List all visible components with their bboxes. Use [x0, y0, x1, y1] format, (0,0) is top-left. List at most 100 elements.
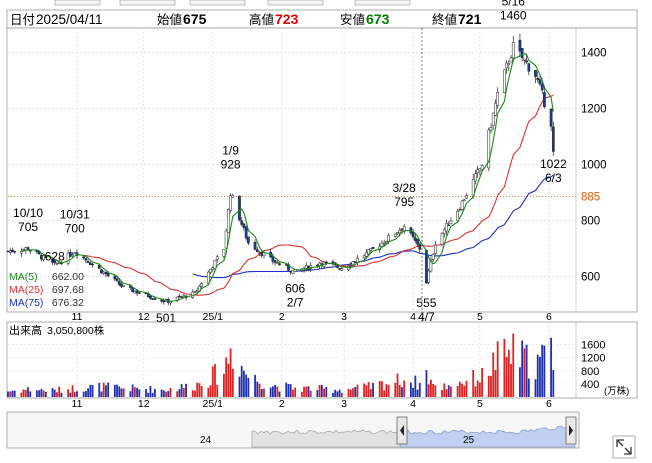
- candle-body: [253, 241, 257, 250]
- navigator-right-handle[interactable]: [565, 416, 577, 445]
- volume-bar: [260, 389, 263, 397]
- volume-bar: [287, 384, 290, 397]
- candle-body: [229, 195, 232, 211]
- candle-body: [86, 261, 90, 264]
- volume-value: 3,050,800株: [47, 324, 105, 337]
- candle-body: [543, 92, 546, 108]
- volume-bar: [289, 384, 292, 397]
- volume-bar: [69, 392, 72, 397]
- candle-body: [182, 295, 186, 298]
- candle-body: [137, 292, 141, 294]
- candle-body: [82, 256, 86, 259]
- volume-bar: [254, 374, 256, 397]
- volume-bar: [200, 386, 203, 397]
- candle-body: [418, 243, 422, 250]
- candle-body: [509, 57, 513, 63]
- candle-body: [447, 224, 451, 226]
- volume-bar: [523, 348, 526, 397]
- date-axis-volume: 11 12 25/1 2 3 4 5 6: [72, 398, 552, 410]
- annotation-value: 1460: [500, 9, 527, 23]
- volume-bar: [385, 384, 388, 397]
- candle-body: [478, 168, 482, 172]
- navigator-left-handle[interactable]: [396, 416, 408, 445]
- candle-body: [120, 283, 123, 287]
- candle-body: [536, 77, 540, 81]
- candle-body: [369, 248, 373, 251]
- volume-bar: [129, 391, 132, 397]
- volume-bar: [11, 390, 14, 397]
- volume-bar: [383, 390, 386, 397]
- volume-bar: [256, 381, 259, 397]
- candle-body: [133, 290, 137, 294]
- candle-body: [284, 264, 288, 266]
- volume-bar: [318, 385, 321, 397]
- volume-bar: [263, 388, 265, 397]
- candle-body: [351, 261, 355, 266]
- candle-body: [40, 254, 43, 260]
- candle-body: [66, 252, 70, 264]
- navigator-label-24: 24: [200, 435, 212, 446]
- date-tick-label: 12: [138, 311, 150, 323]
- candle-body: [551, 126, 555, 152]
- annotation-value: 555: [416, 296, 436, 310]
- volume-bar: [122, 388, 125, 397]
- volume-bar: [285, 382, 288, 397]
- date-tick-label: 5: [477, 311, 483, 323]
- annotation-date: 10/10: [13, 206, 43, 220]
- date-tick-label-volume: 11: [72, 398, 83, 410]
- volume-bar: [325, 387, 328, 397]
- volume-bar: [278, 391, 281, 397]
- volume-tick-label: 1200: [581, 353, 605, 365]
- volume-bar: [472, 369, 475, 397]
- candle-body: [507, 63, 511, 65]
- price-tick-label: 1000: [581, 159, 607, 171]
- volume-bar: [40, 388, 43, 397]
- close-label: 終値: [432, 12, 457, 27]
- volume-bar: [238, 376, 241, 397]
- volume-bar: [85, 390, 87, 397]
- annotation-value: 1022: [540, 157, 567, 171]
- range-navigator[interactable]: 24 25: [6, 411, 580, 449]
- volume-bar: [458, 381, 461, 397]
- candle-body: [365, 252, 368, 257]
- date-tick-label: 3: [341, 311, 347, 323]
- volume-bar: [543, 345, 546, 397]
- volume-bar: [147, 392, 150, 397]
- volume-bar: [474, 386, 477, 397]
- candle-body: [151, 298, 155, 300]
- candle-body: [260, 252, 264, 256]
- date-tick-label: 11: [72, 311, 83, 323]
- volume-bar: [87, 388, 90, 397]
- date-tick-label-volume: 3: [341, 398, 347, 410]
- candle-body: [476, 169, 479, 174]
- volume-bar: [396, 373, 399, 397]
- volume-bar: [223, 373, 225, 397]
- ohlc-header: 日付 2025/04/11 始値 675 高値 723 安値 673 終値 72…: [6, 9, 638, 29]
- candle-body: [247, 236, 250, 244]
- expand-button[interactable]: [612, 435, 636, 459]
- candle-body: [382, 242, 386, 245]
- candle-body: [494, 103, 497, 116]
- volume-bar: [320, 384, 323, 397]
- volume-bar: [401, 387, 403, 397]
- volume-bar: [478, 382, 481, 397]
- volume-bar: [258, 383, 261, 397]
- candle-body: [385, 241, 388, 244]
- date-tick-label: 4: [410, 311, 416, 323]
- candle-body: [22, 249, 25, 251]
- volume-bar: [73, 391, 76, 397]
- candle-body: [336, 265, 339, 268]
- candle-body: [367, 249, 370, 255]
- close-value: 721: [458, 11, 482, 27]
- candle-body: [316, 264, 319, 267]
- candle-body: [149, 296, 152, 299]
- date-value: 2025/04/11: [36, 12, 103, 27]
- volume-bar: [276, 386, 279, 397]
- volume-bar: [274, 384, 276, 397]
- volume-bar: [476, 380, 479, 397]
- volume-bar: [445, 389, 448, 397]
- candle-body: [465, 195, 468, 199]
- candle-body: [289, 270, 293, 273]
- candle-body: [100, 269, 103, 274]
- candle-body: [195, 290, 199, 293]
